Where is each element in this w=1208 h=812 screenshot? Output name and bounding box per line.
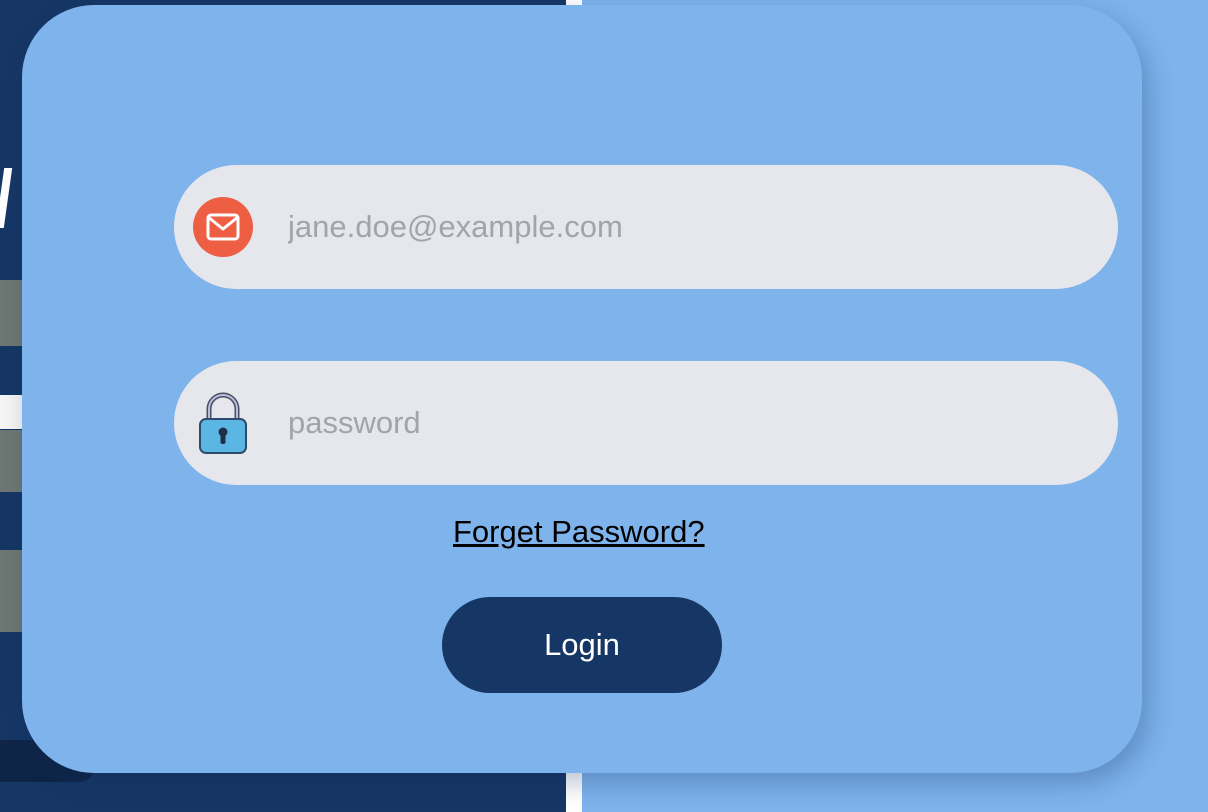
login-card: Forget Password? Login <box>22 5 1142 773</box>
forgot-password-link[interactable]: Forget Password? <box>453 514 705 550</box>
mail-icon <box>192 196 254 258</box>
login-button[interactable]: Login <box>442 597 722 693</box>
email-field[interactable] <box>174 165 1118 289</box>
password-field[interactable] <box>174 361 1118 485</box>
lock-icon <box>192 392 254 454</box>
email-input[interactable] <box>288 165 1088 289</box>
password-input[interactable] <box>288 361 1088 485</box>
